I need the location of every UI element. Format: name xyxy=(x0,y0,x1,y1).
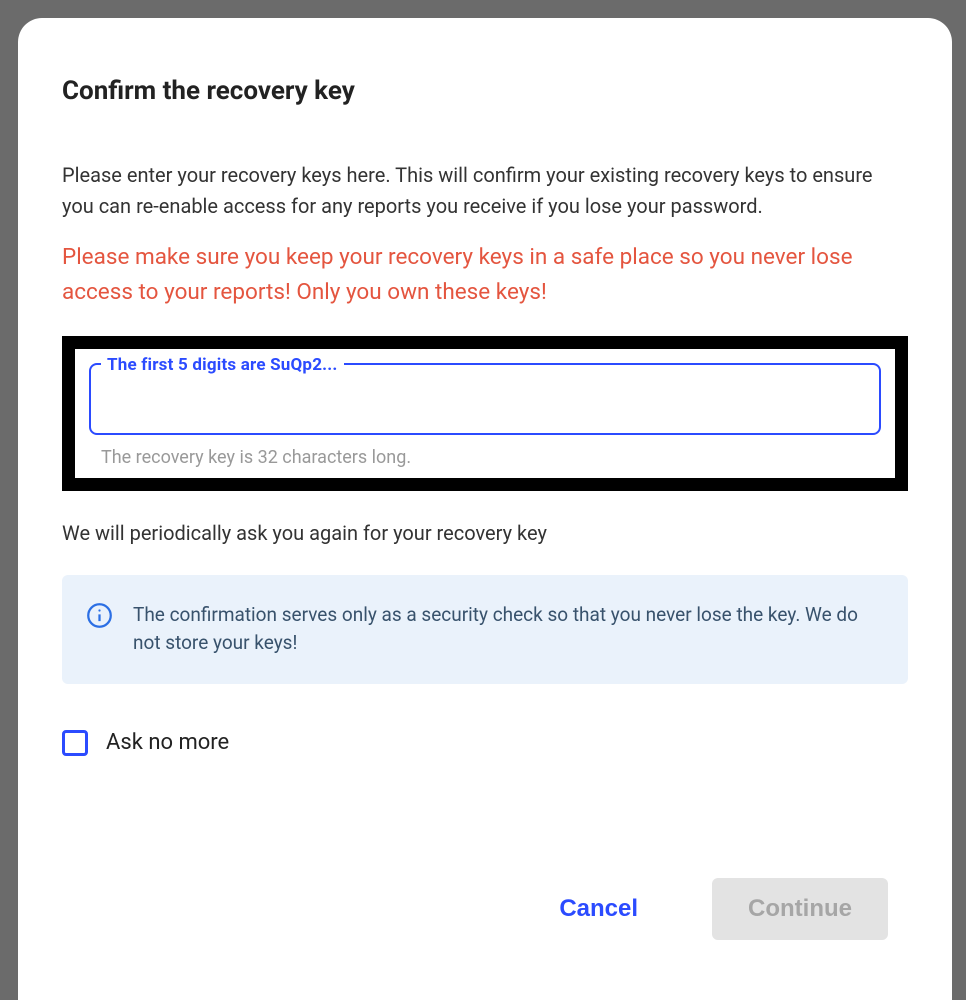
periodic-note: We will periodically ask you again for y… xyxy=(62,521,908,545)
recovery-key-legend: The first 5 digits are SuQp2... xyxy=(101,355,344,375)
recovery-key-helper: The recovery key is 32 characters long. xyxy=(101,447,881,468)
modal-description: Please enter your recovery keys here. Th… xyxy=(62,160,908,222)
recovery-key-fieldset[interactable]: The first 5 digits are SuQp2... xyxy=(89,363,881,435)
cancel-button[interactable]: Cancel xyxy=(551,883,646,935)
info-icon xyxy=(86,602,113,629)
recovery-key-modal: Confirm the recovery key Please enter yo… xyxy=(18,18,952,1000)
info-box: The confirmation serves only as a securi… xyxy=(62,575,908,684)
ask-no-more-label: Ask no more xyxy=(106,730,229,755)
modal-title: Confirm the recovery key xyxy=(62,76,908,106)
modal-warning: Please make sure you keep your recovery … xyxy=(62,240,908,310)
continue-button[interactable]: Continue xyxy=(712,878,888,940)
ask-no-more-row[interactable]: Ask no more xyxy=(62,730,908,756)
recovery-key-input[interactable] xyxy=(101,385,869,413)
ask-no-more-checkbox[interactable] xyxy=(62,730,88,756)
info-text: The confirmation serves only as a securi… xyxy=(133,601,880,658)
modal-actions: Cancel Continue xyxy=(62,878,908,960)
recovery-key-input-frame: The first 5 digits are SuQp2... The reco… xyxy=(62,336,908,491)
